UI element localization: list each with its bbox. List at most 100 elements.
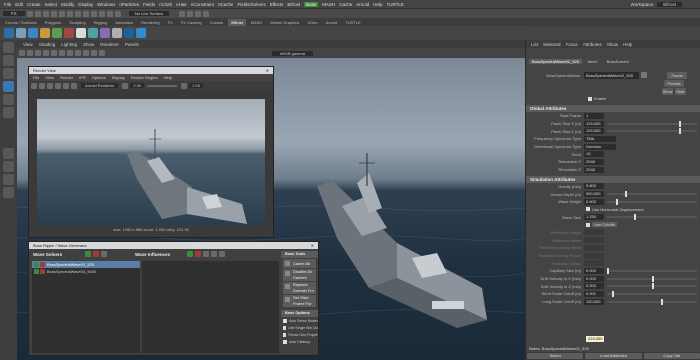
checkbox[interactable]	[283, 318, 287, 323]
node-tab-solver[interactable]: BossSolver1	[604, 59, 632, 64]
menu-boss[interactable]: Boss	[304, 1, 319, 7]
shelf-tab-sculpting[interactable]: Sculpting	[66, 19, 88, 26]
undo-icon[interactable]	[50, 10, 57, 17]
select-hierarchy-icon[interactable]	[66, 10, 73, 17]
render-image[interactable]	[37, 99, 265, 225]
shelf-tab-rendering[interactable]: Rendering	[138, 19, 162, 26]
checkbox[interactable]	[283, 339, 287, 344]
render-settings-icon[interactable]	[195, 10, 202, 17]
attr-value[interactable]: 125.000	[584, 128, 604, 135]
xray-icon[interactable]	[91, 50, 97, 56]
menu-fields[interactable]: Fields	[143, 2, 155, 7]
ipr-render-icon[interactable]	[187, 10, 194, 17]
delete-icon[interactable]	[40, 262, 45, 267]
mode-select[interactable]: FX	[3, 11, 25, 16]
menu-nhair[interactable]: nHair	[176, 2, 187, 7]
attr-value[interactable]: 0.000	[584, 283, 604, 290]
live-surface-field[interactable]: No Live Surface	[128, 11, 170, 16]
rv-menu-render-region[interactable]: Render Region	[131, 75, 158, 80]
list-item[interactable]: BossSpectralWave03_5000	[32, 268, 140, 275]
attr-menu-selected[interactable]: Selected	[543, 42, 561, 47]
shelf-tab-xgen[interactable]: XGen	[304, 19, 320, 26]
vp-menu-shading[interactable]: Shading	[39, 42, 56, 47]
menu-cache[interactable]: Cache	[339, 2, 352, 7]
bifrost-mesh-icon[interactable]	[100, 28, 110, 38]
snapshot-icon[interactable]	[55, 82, 61, 89]
attr-value[interactable]: 0.000	[584, 267, 604, 274]
menu-effects[interactable]: Effects	[270, 2, 284, 7]
set-start-frame-button[interactable]: Set Start Frame For All	[283, 295, 316, 307]
bifrost-accelerator-icon[interactable]	[52, 28, 62, 38]
shelf-tab-bifrost[interactable]: Bifrost	[228, 18, 246, 26]
close-icon[interactable]: ✕	[266, 68, 269, 73]
attr-value[interactable]: 125.000	[584, 120, 604, 127]
shelf-tab-mash[interactable]: MASH	[248, 19, 266, 26]
shelf-tab-polygons[interactable]: Polygons	[42, 19, 64, 26]
gamma-field[interactable]: 1.00	[189, 83, 203, 88]
select-component-icon[interactable]	[82, 10, 89, 17]
menu-windows[interactable]: Windows	[97, 2, 115, 7]
smooth-shade-icon[interactable]	[51, 50, 57, 56]
shelf-tab-rigging[interactable]: Rigging	[91, 19, 111, 26]
attr-slider[interactable]	[607, 214, 697, 221]
add-influence-icon[interactable]	[187, 251, 193, 257]
rv-menu-render[interactable]: Render	[60, 75, 73, 80]
menu-display[interactable]: Display	[78, 2, 93, 7]
attr-dropdown[interactable]: Donelan	[584, 143, 616, 150]
rotate-tool-icon[interactable]	[3, 94, 14, 105]
workspace-select[interactable]: Bifrost	[657, 1, 682, 7]
rv-menu-options[interactable]: Options	[92, 75, 106, 80]
vp-menu-lighting[interactable]: Lighting	[61, 42, 77, 47]
presets-button[interactable]: Presets	[664, 79, 684, 87]
hide-button[interactable]: Hide	[675, 87, 686, 95]
bifrost-emitter-icon[interactable]	[28, 28, 38, 38]
menu-nconstraint[interactable]: nConstraint	[191, 2, 214, 7]
shelf-tab-motion-graphics[interactable]: Motion Graphics	[267, 19, 302, 26]
attr-menu-show[interactable]: Show	[607, 42, 618, 47]
bookmark-icon[interactable]	[27, 50, 33, 56]
attr-menu-list[interactable]: List	[531, 42, 538, 47]
bifrost-killplane-icon[interactable]	[64, 28, 74, 38]
vp-menu-view[interactable]: View	[23, 42, 33, 47]
wireframe-icon[interactable]	[43, 50, 49, 56]
remove-influence-icon[interactable]	[195, 251, 201, 257]
shelf-tab-fx[interactable]: FX	[165, 19, 176, 26]
shelf-tab-fx-caching[interactable]: FX Caching	[178, 19, 205, 26]
attr-value[interactable]: 0.600	[584, 198, 604, 205]
menu-ncloth[interactable]: nCloth	[159, 2, 172, 7]
camera-icon[interactable]	[19, 50, 25, 56]
scale-tool-icon[interactable]	[3, 107, 14, 118]
menu-bifrost[interactable]: Bifrost	[287, 2, 300, 7]
vp-menu-panels[interactable]: Panels	[125, 42, 139, 47]
menu-arnold[interactable]: Arnold	[356, 2, 369, 7]
node-tab-time[interactable]: time1	[585, 59, 601, 64]
menu-help[interactable]: Help	[373, 2, 382, 7]
node-name-field[interactable]: BossSpectralWave02_525	[584, 71, 639, 79]
snap-grid-icon[interactable]	[90, 10, 97, 17]
bifrost-guide-icon[interactable]	[88, 28, 98, 38]
attr-value[interactable]: 2048	[584, 158, 604, 165]
paint-select-icon[interactable]	[3, 68, 14, 79]
delete-icon[interactable]	[40, 269, 45, 274]
layout-outliner-icon[interactable]	[3, 187, 14, 198]
cache-all-button[interactable]: Cache All	[283, 259, 316, 268]
boss-titlebar[interactable]: Boss Ripple / Wave Generator ✕	[29, 242, 318, 249]
use-cutoffs-row[interactable]: Use Cutoffs	[586, 221, 700, 229]
exposure-slider[interactable]	[147, 84, 178, 87]
menu-turtle[interactable]: TURTLE	[387, 2, 404, 7]
attr-slider[interactable]	[607, 275, 697, 282]
snap-point-icon[interactable]	[106, 10, 113, 17]
menu-edit[interactable]: Edit	[15, 2, 23, 7]
boss-editor-icon[interactable]	[136, 28, 146, 38]
option-single-domain[interactable]: Use Single Sim Domain	[283, 324, 318, 331]
node-tab-spectral[interactable]: BossSpectralWave02_525	[529, 59, 582, 64]
render-view-titlebar[interactable]: Render View ✕	[29, 67, 273, 74]
layout-four-icon[interactable]	[3, 161, 14, 172]
attr-value[interactable]: 2048	[584, 166, 604, 173]
menu-fields-solvers[interactable]: Fields/Solvers	[237, 2, 265, 7]
shelf-tab-custom[interactable]: Custom	[207, 19, 227, 26]
layout-single-icon[interactable]	[3, 148, 14, 159]
refresh-icon[interactable]	[101, 251, 107, 257]
hypershade-icon[interactable]	[203, 10, 210, 17]
checkbox[interactable]	[586, 222, 590, 227]
